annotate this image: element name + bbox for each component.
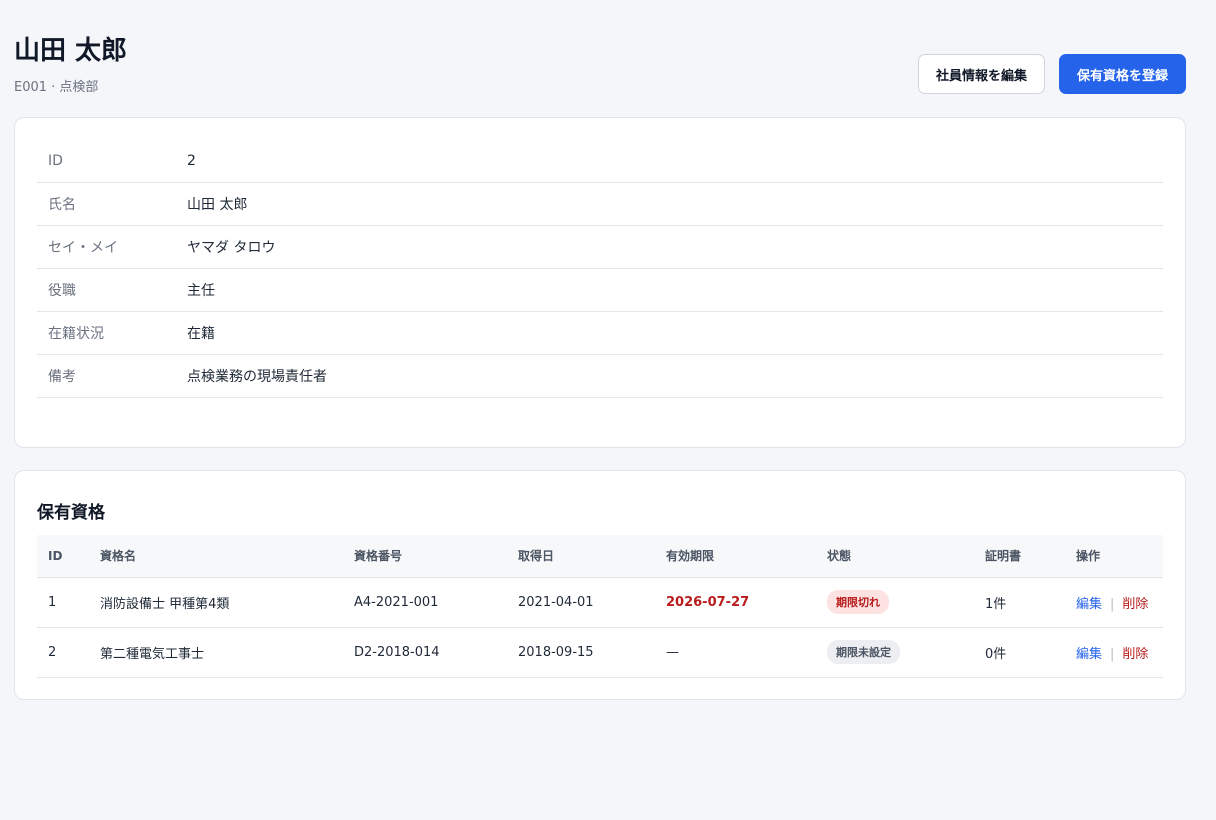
- status-badge: 期限切れ: [827, 590, 889, 614]
- edit-employee-button[interactable]: 社員情報を編集: [917, 54, 1045, 94]
- column-header-number: 資格番号: [343, 535, 507, 578]
- column-header-actions: 操作: [1065, 535, 1163, 578]
- edit-link[interactable]: 編集: [1076, 647, 1102, 662]
- action-separator: |: [1110, 596, 1115, 612]
- cell-acquired: 2018-09-15: [507, 627, 655, 678]
- delete-link[interactable]: 削除: [1122, 647, 1148, 662]
- column-header-status: 状態: [816, 535, 974, 578]
- qualifications-table: ID 資格名 資格番号 取得日 有効期限 状態 証明書 操作 1 消防設備士 甲…: [37, 535, 1163, 678]
- table-header-row: ID 資格名 資格番号 取得日 有効期限 状態 証明書 操作: [37, 535, 1163, 578]
- status-badge: 期限未設定: [827, 640, 900, 664]
- cell-number: A4-2021-001: [343, 577, 507, 628]
- info-value: 主任: [187, 283, 215, 299]
- info-row-status: 在籍状況 在籍: [37, 312, 1163, 355]
- cell-number: D2-2018-014: [343, 627, 507, 678]
- header-actions: 社員情報を編集 保有資格を登録: [917, 54, 1186, 94]
- cell-name: 第二種電気工事士: [89, 627, 343, 678]
- info-label: ID: [48, 153, 63, 169]
- column-header-name: 資格名: [89, 535, 343, 578]
- column-header-certificates: 証明書: [974, 535, 1065, 578]
- cell-expiry: 2026-07-27: [655, 577, 816, 628]
- info-value: 山田 太郎: [187, 197, 248, 213]
- info-value: 点検業務の現場責任者: [187, 369, 327, 385]
- register-qualification-button[interactable]: 保有資格を登録: [1058, 54, 1186, 94]
- action-separator: |: [1110, 646, 1115, 662]
- cell-status: 期限未設定: [816, 627, 974, 678]
- info-label: 備考: [48, 369, 76, 385]
- info-row-kana: セイ・メイ ヤマダ タロウ: [37, 226, 1163, 269]
- cell-actions: 編集 | 削除: [1065, 627, 1163, 678]
- info-row-position: 役職 主任: [37, 269, 1163, 312]
- qualifications-card: 保有資格 ID 資格名 資格番号 取得日 有効期限 状態 証明書 操作 1 消防…: [14, 470, 1186, 700]
- info-label: 氏名: [48, 197, 76, 213]
- cell-acquired: 2021-04-01: [507, 577, 655, 628]
- column-header-expiry: 有効期限: [655, 535, 816, 578]
- section-title: 保有資格: [37, 503, 105, 523]
- info-label: セイ・メイ: [48, 240, 118, 256]
- edit-link[interactable]: 編集: [1076, 597, 1102, 612]
- table-row: 2 第二種電気工事士 D2-2018-014 2018-09-15 — 期限未設…: [37, 627, 1163, 678]
- info-value: 2: [187, 153, 196, 169]
- delete-link[interactable]: 削除: [1122, 597, 1148, 612]
- info-row-notes: 備考 点検業務の現場責任者: [37, 355, 1163, 398]
- column-header-acquired: 取得日: [507, 535, 655, 578]
- cell-name: 消防設備士 甲種第4類: [89, 577, 343, 628]
- column-header-id: ID: [37, 535, 89, 578]
- info-value: 在籍: [187, 326, 215, 342]
- cell-certificates: 1件: [974, 577, 1065, 628]
- table-row: 1 消防設備士 甲種第4類 A4-2021-001 2021-04-01 202…: [37, 577, 1163, 628]
- cell-id: 1: [37, 577, 89, 628]
- info-row-name: 氏名 山田 太郎: [37, 183, 1163, 226]
- info-label: 役職: [48, 283, 76, 299]
- cell-certificates: 0件: [974, 627, 1065, 678]
- cell-actions: 編集 | 削除: [1065, 577, 1163, 628]
- employee-info-card: ID 2 氏名 山田 太郎 セイ・メイ ヤマダ タロウ 役職 主任 在籍状況 在…: [14, 117, 1186, 448]
- info-label: 在籍状況: [48, 326, 104, 342]
- info-value: ヤマダ タロウ: [187, 240, 276, 256]
- info-row-id: ID 2: [37, 140, 1163, 183]
- cell-expiry: —: [655, 627, 816, 678]
- cell-status: 期限切れ: [816, 577, 974, 628]
- cell-id: 2: [37, 627, 89, 678]
- page-header: 山田 太郎 E001 · 点検部 社員情報を編集 保有資格を登録: [14, 34, 1186, 104]
